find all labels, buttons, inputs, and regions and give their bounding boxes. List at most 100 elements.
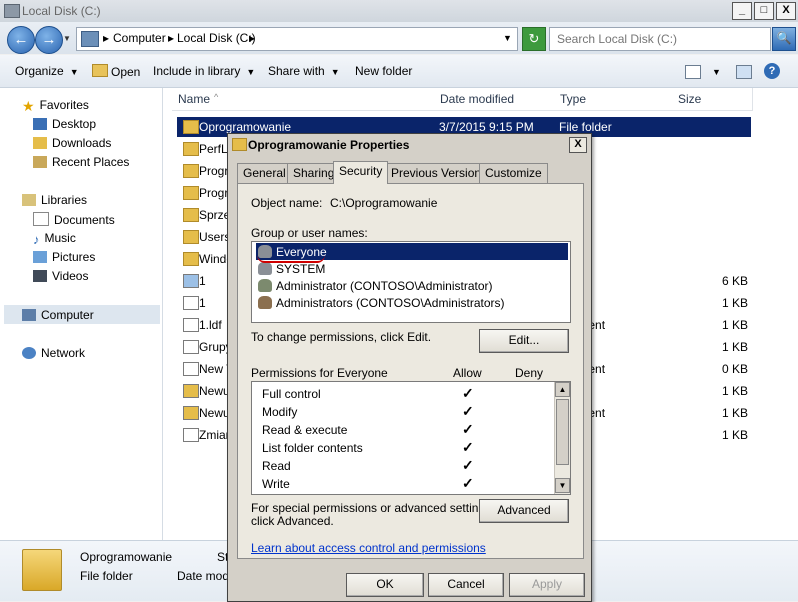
allow-column-label: Allow — [453, 366, 482, 380]
ok-button[interactable]: OK — [346, 573, 424, 597]
tab-customize[interactable]: Customize — [479, 163, 548, 184]
permission-name: Read — [262, 459, 291, 473]
crumb-computer[interactable]: Computer — [113, 31, 166, 45]
learn-access-control-link[interactable]: Learn about access control and permissio… — [251, 541, 486, 555]
tab-previous-versions[interactable]: Previous Versions — [385, 163, 494, 184]
recent-places-icon — [33, 156, 47, 168]
check-icon: ✓ — [462, 475, 474, 491]
user-name: SYSTEM — [276, 262, 326, 276]
file-name: 1 — [199, 296, 206, 310]
folder-icon — [183, 142, 199, 156]
share-with-button[interactable]: Share with ▼ — [268, 64, 340, 78]
drive-icon — [4, 4, 20, 18]
nav-favorites-label: Favorites — [39, 98, 89, 112]
file-type: File folder — [559, 120, 612, 134]
permission-row: Read ✓ — [262, 457, 552, 475]
file-size: 1 KB — [721, 296, 748, 310]
nav-pictures[interactable]: Pictures — [33, 250, 95, 264]
chevron-down-icon: ▼ — [246, 67, 256, 77]
search-box[interactable] — [549, 27, 771, 51]
tab-security[interactable]: Security — [333, 161, 389, 184]
crumb-separator: ▸ — [168, 31, 175, 45]
edit-button[interactable]: Edit... — [479, 329, 569, 353]
organize-button[interactable]: Organize ▼ — [15, 64, 79, 78]
nav-computer[interactable]: Computer — [22, 308, 94, 322]
window-titlebar: Local Disk (C:) _ □ X — [0, 0, 798, 23]
downloads-icon — [33, 137, 47, 149]
permissions-scrollbar[interactable]: ▲ ▼ — [554, 382, 570, 494]
column-header-type[interactable]: Type — [554, 88, 673, 111]
open-button[interactable]: Open — [92, 64, 140, 79]
details-date-label: Date modi — [177, 569, 232, 583]
recent-pages-dropdown[interactable]: ▼ — [63, 34, 71, 43]
list-item[interactable]: Administrator (CONTOSO\Administrator) — [256, 277, 568, 294]
maximize-button[interactable]: □ — [754, 2, 774, 20]
column-header-date[interactable]: Date modified — [434, 88, 555, 111]
group-user-list[interactable]: Everyone SYSTEM Administrator (CONTOSO\A… — [251, 241, 571, 323]
file-size: 1 KB — [721, 384, 748, 398]
organize-label: Organize — [15, 64, 64, 78]
view-options-chevron-icon[interactable]: ▼ — [712, 67, 721, 77]
permissions-list[interactable]: Full control ✓ Modify ✓ Read & execute ✓ Li… — [251, 381, 571, 495]
nav-favorites[interactable]: ★ Favorites — [22, 98, 89, 114]
deny-column-label: Deny — [515, 366, 544, 380]
preview-pane-icon[interactable] — [736, 65, 752, 79]
dialog-close-button[interactable]: X — [569, 137, 587, 153]
new-folder-button[interactable]: New folder — [355, 64, 412, 78]
scroll-up-arrow-icon[interactable]: ▲ — [555, 382, 570, 397]
nav-network-label: Network — [41, 346, 86, 360]
close-button[interactable]: X — [776, 2, 796, 20]
file-icon — [183, 340, 199, 354]
apply-button[interactable]: Apply — [509, 573, 585, 597]
folder-icon — [183, 252, 199, 266]
cancel-button[interactable]: Cancel — [428, 573, 504, 597]
address-dropdown-icon[interactable]: ▼ — [503, 33, 512, 43]
nav-recent-places[interactable]: Recent Places — [33, 155, 129, 169]
nav-documents[interactable]: Documents — [33, 212, 115, 227]
column-name-label: Name — [178, 92, 211, 106]
search-input[interactable] — [555, 31, 769, 47]
refresh-button[interactable]: ↻ — [522, 27, 546, 51]
tab-general[interactable]: General — [237, 163, 292, 184]
address-box[interactable]: ▸ Computer ▸ Local Disk (C:) ▸ ▼ — [76, 27, 518, 51]
group-names-label: Group or user names: — [251, 226, 368, 240]
help-icon[interactable]: ? — [764, 63, 780, 79]
list-item[interactable]: Administrators (CONTOSO\Administrators) — [256, 294, 568, 311]
scrollbar-thumb[interactable] — [556, 399, 569, 465]
crumb-local-disk[interactable]: Local Disk (C:) — [177, 31, 256, 45]
nav-downloads[interactable]: Downloads — [33, 136, 111, 150]
file-size: 0 KB — [721, 362, 748, 376]
scroll-down-arrow-icon[interactable]: ▼ — [555, 478, 570, 493]
folder-icon — [183, 186, 199, 200]
change-permissions-text: To change permissions, click Edit. — [251, 330, 432, 344]
nav-libraries[interactable]: Libraries — [22, 193, 87, 207]
search-icon[interactable]: 🔍 — [772, 27, 796, 51]
details-name: Oprogramowanie — [80, 550, 173, 564]
folder-icon — [183, 120, 199, 134]
user-icon — [258, 279, 272, 292]
folder-icon — [183, 164, 199, 178]
special-permissions-text-2: click Advanced. — [251, 514, 334, 528]
folder-icon — [183, 208, 199, 222]
computer-icon — [81, 31, 99, 47]
forward-button[interactable]: → — [35, 26, 63, 54]
image-file-icon — [183, 274, 199, 288]
nav-network[interactable]: Network — [22, 346, 85, 360]
crumb-separator: ▸ — [103, 31, 110, 45]
nav-desktop[interactable]: Desktop — [33, 117, 96, 131]
nav-music[interactable]: ♪ Music — [33, 231, 76, 247]
file-size: 1 KB — [721, 318, 748, 332]
change-view-icon[interactable] — [685, 65, 701, 79]
minimize-button[interactable]: _ — [732, 2, 752, 20]
column-header-size[interactable]: Size — [672, 88, 753, 111]
text-file-icon — [183, 318, 199, 332]
music-icon: ♪ — [33, 232, 40, 247]
nav-music-label: Music — [44, 231, 76, 245]
properties-dialog: Oprogramowanie Properties X General Shar… — [227, 133, 592, 602]
include-in-library-button[interactable]: Include in library ▼ — [153, 64, 255, 78]
column-header-name[interactable]: Name ^ — [172, 88, 435, 111]
advanced-button[interactable]: Advanced — [479, 499, 569, 523]
nav-videos[interactable]: Videos — [33, 269, 88, 283]
back-button[interactable]: ← — [7, 26, 35, 54]
computer-icon — [22, 309, 36, 321]
